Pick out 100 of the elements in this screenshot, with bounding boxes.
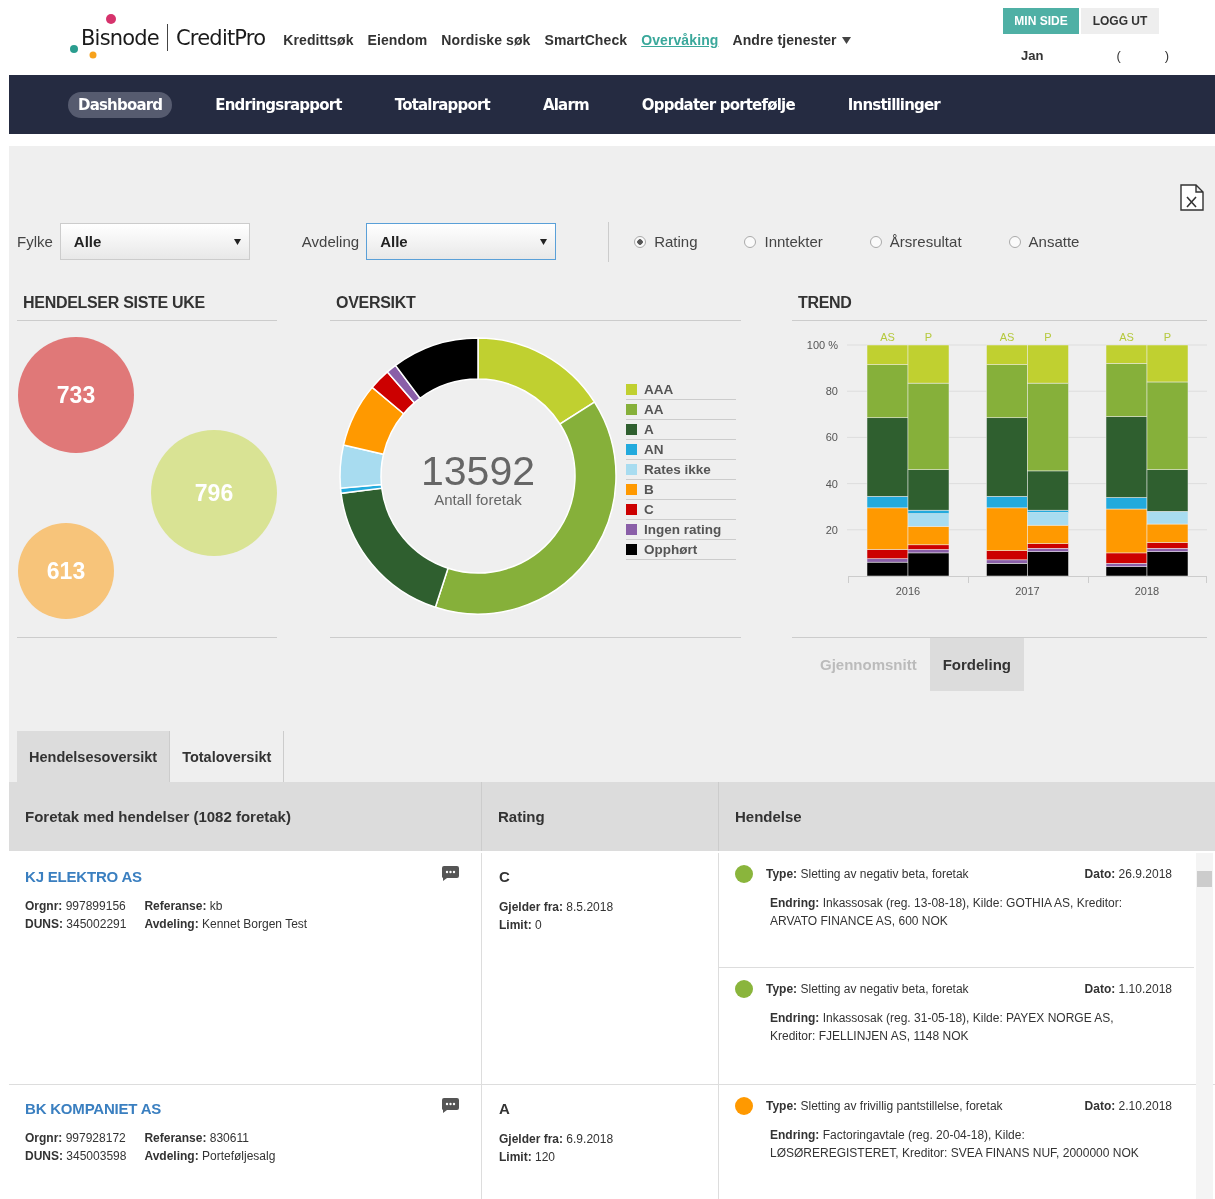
event-count: 733: [56, 382, 96, 408]
rating-detail: Limit: 120: [499, 1149, 557, 1166]
select-field[interactable]: Alle: [59, 223, 250, 260]
radio-button[interactable]: [869, 235, 882, 248]
company-detail: Avdeling: Kennet Borgen Test: [144, 916, 309, 933]
legend-label: Ingen rating: [644, 522, 722, 537]
legend-label: AA: [644, 402, 664, 417]
nav-link[interactable]: Eiendom: [367, 32, 428, 48]
legend-label: Opphørt: [644, 542, 698, 557]
radio-button[interactable]: [744, 235, 757, 248]
radio-button[interactable]: [634, 235, 647, 248]
bar-category-label: P: [1163, 331, 1172, 343]
main-nav-tab[interactable]: Alarm: [532, 91, 599, 118]
radio-button[interactable]: [1008, 235, 1021, 248]
bracket: (: [1116, 48, 1121, 63]
legend-label: AN: [644, 442, 664, 457]
section-title: TREND: [792, 294, 1207, 321]
event-change: Endring: Inkassosak (reg. 13-08-18), Kilde: GOTHIA AS, Kreditor: ARVATO FINANCE AS, 600 NOK: [770, 895, 1124, 930]
column-header: Hendelse: [734, 807, 803, 827]
caret-icon: [841, 36, 851, 44]
bar-category-label: AS: [999, 331, 1015, 343]
main-nav-tab[interactable]: Totalrapport: [384, 91, 500, 118]
radio-label: Rating: [654, 233, 698, 250]
bar-category-label: P: [1044, 331, 1052, 343]
y-axis-label: 80: [825, 385, 838, 398]
event-date: Dato: 2.10.2018: [1084, 1099, 1172, 1113]
radio-label: Inntekter: [764, 233, 823, 250]
y-axis-label: 20: [825, 523, 838, 536]
company-detail: DUNS: 345003598: [25, 1148, 127, 1165]
company-detail: Referanse: kb: [144, 898, 224, 915]
nav-link[interactable]: SmartCheck: [544, 32, 628, 48]
event-change: Endring: Factoringavtale (reg. 20-04-18), Kilde: LØSØREREGISTERET, Kreditor: SVEA FINANS NUF, 2000000 NOK: [770, 1127, 1140, 1162]
event-date: Dato: 26.9.2018: [1084, 867, 1172, 881]
event-bubble[interactable]: [18, 523, 114, 619]
event-bubble[interactable]: [151, 430, 277, 556]
radio-label: Ansatte: [1028, 233, 1080, 250]
section-title: OVERSIKT: [330, 294, 741, 321]
company-detail: Orgnr: 997928172: [25, 1130, 127, 1147]
bar-category-label: P: [924, 331, 933, 343]
event-count: 796: [194, 480, 234, 506]
comment-icon[interactable]: [442, 866, 459, 881]
company-detail: DUNS: 345002291: [25, 916, 127, 933]
event-bubble[interactable]: [18, 337, 134, 453]
nav-link[interactable]: Kredittsøk: [283, 32, 354, 48]
rating-detail: Gjelder fra: 8.5.2018: [499, 899, 615, 916]
logo-brand: Bisnode: [81, 25, 159, 50]
y-axis-label: 40: [825, 477, 838, 490]
logo-product: CreditPro: [176, 25, 266, 50]
legend-label: AAA: [644, 382, 674, 397]
user-name: Jan: [1021, 48, 1044, 63]
bar-category-label: AS: [880, 331, 895, 343]
rating-detail: Gjelder fra: 6.9.2018: [499, 1131, 615, 1148]
main-nav-tab[interactable]: Endringsrapport: [205, 91, 352, 118]
tab[interactable]: Hendelsesoversikt: [17, 731, 171, 782]
caret-icon: [540, 238, 548, 245]
event-type: Type: Sletting av frivillig pantstillelse, foretak: [766, 1099, 1004, 1113]
filter-label: Fylke: [17, 233, 53, 250]
y-axis-label: 100 %: [806, 339, 838, 351]
x-axis-label: 2016: [895, 585, 921, 597]
legend-label: Rates ikke: [644, 462, 711, 477]
company-detail: Avdeling: Porteføljesalg: [144, 1148, 277, 1165]
bar-category-label: AS: [1119, 331, 1134, 343]
x-axis-label: 2017: [1015, 585, 1040, 597]
select-field[interactable]: Alle: [366, 223, 557, 260]
account-button[interactable]: LOGG UT: [1081, 8, 1159, 34]
y-axis-label: 60: [825, 431, 838, 444]
column-header: Rating: [482, 782, 719, 851]
total-count: 13592: [420, 451, 536, 491]
rating-value: C: [499, 868, 511, 885]
legend-label: A: [644, 422, 654, 437]
radio-label: Årsresultat: [889, 233, 962, 250]
total-label: Antall foretak: [433, 491, 523, 508]
event-change: Endring: Inkassosak (reg. 31-05-18), Kilde: PAYEX NORGE AS, Kreditor: FJELLINJEN AS, 1148 NOK: [770, 1010, 1115, 1045]
company-detail: Referanse: 830611: [144, 1130, 250, 1147]
view-tab[interactable]: Fordeling: [929, 638, 1024, 691]
main-nav-tab[interactable]: Oppdater portefølje: [631, 91, 805, 118]
caret-icon: [233, 238, 241, 245]
company-link[interactable]: KJ ELEKTRO AS: [25, 868, 142, 885]
event-count: 613: [46, 558, 86, 584]
legend-label: C: [644, 502, 654, 517]
company-detail: Orgnr: 997899156: [25, 898, 127, 915]
filter-label: Avdeling: [301, 233, 360, 250]
legend-label: B: [644, 482, 654, 497]
event-date: Dato: 1.10.2018: [1084, 982, 1172, 996]
event-type: Type: Sletting av negativ beta, foretak: [766, 867, 970, 881]
company-link[interactable]: BK KOMPANIET AS: [25, 1100, 162, 1117]
rating-detail: Limit: 0: [499, 917, 543, 934]
main-nav-tab[interactable]: Innstillinger: [837, 91, 950, 118]
scrollbar[interactable]: [1196, 853, 1213, 1199]
rating-value: A: [499, 1100, 511, 1117]
excel-export-icon[interactable]: [1180, 184, 1204, 211]
nav-link[interactable]: Nordiske søk: [441, 32, 531, 48]
event-type: Type: Sletting av negativ beta, foretak: [766, 982, 970, 996]
comment-icon[interactable]: [442, 1098, 459, 1113]
nav-link[interactable]: Andre tjenester: [732, 32, 851, 48]
section-title: HENDELSER SISTE UKE: [17, 294, 277, 321]
main-nav-tab[interactable]: Dashboard: [68, 91, 173, 118]
bracket: ): [1164, 48, 1170, 63]
column-header: Foretak med hendelser (1082 foretak): [9, 782, 482, 851]
x-axis-label: 2018: [1134, 585, 1160, 597]
